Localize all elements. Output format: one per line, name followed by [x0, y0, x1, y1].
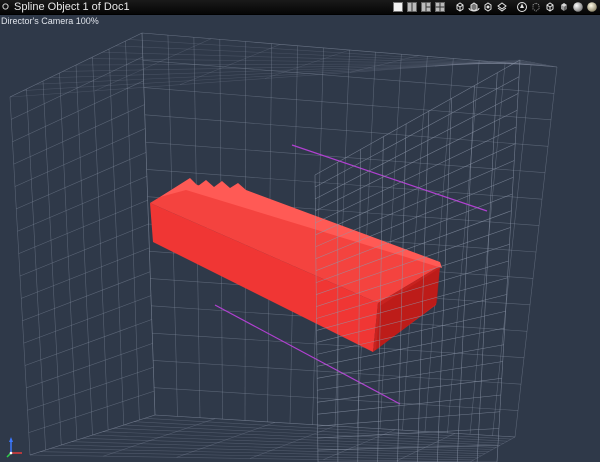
shaded-sphere-icon[interactable]: [572, 1, 584, 13]
axis-gizmo-icon: [4, 432, 30, 460]
scene-canvas[interactable]: [0, 15, 600, 462]
camera-dolly-icon[interactable]: [496, 1, 508, 13]
three-view-icon[interactable]: [420, 1, 432, 13]
camera-zoom-icon[interactable]: [482, 1, 494, 13]
camera-rotate-icon[interactable]: [468, 1, 480, 13]
spline-object-window: Spline Object 1 of Doc1 Director's Camer…: [0, 0, 600, 462]
window-close-icon[interactable]: [2, 3, 9, 10]
camera-move-icon[interactable]: [454, 1, 466, 13]
two-view-icon[interactable]: [406, 1, 418, 13]
single-view-icon[interactable]: [392, 1, 404, 13]
window-title: Spline Object 1 of Doc1: [14, 1, 130, 13]
four-view-icon[interactable]: [434, 1, 446, 13]
view-toolbar: [392, 0, 598, 14]
navigation-icon[interactable]: [516, 1, 528, 13]
camera-label: Director's Camera 100%: [1, 16, 99, 26]
raytrace-sphere-icon[interactable]: [586, 1, 598, 13]
solid-cube-icon[interactable]: [558, 1, 570, 13]
bounding-box-icon[interactable]: [530, 1, 542, 13]
wireframe-cube-icon[interactable]: [544, 1, 556, 13]
window-titlebar[interactable]: Spline Object 1 of Doc1: [0, 0, 600, 15]
3d-viewport[interactable]: [0, 15, 600, 462]
